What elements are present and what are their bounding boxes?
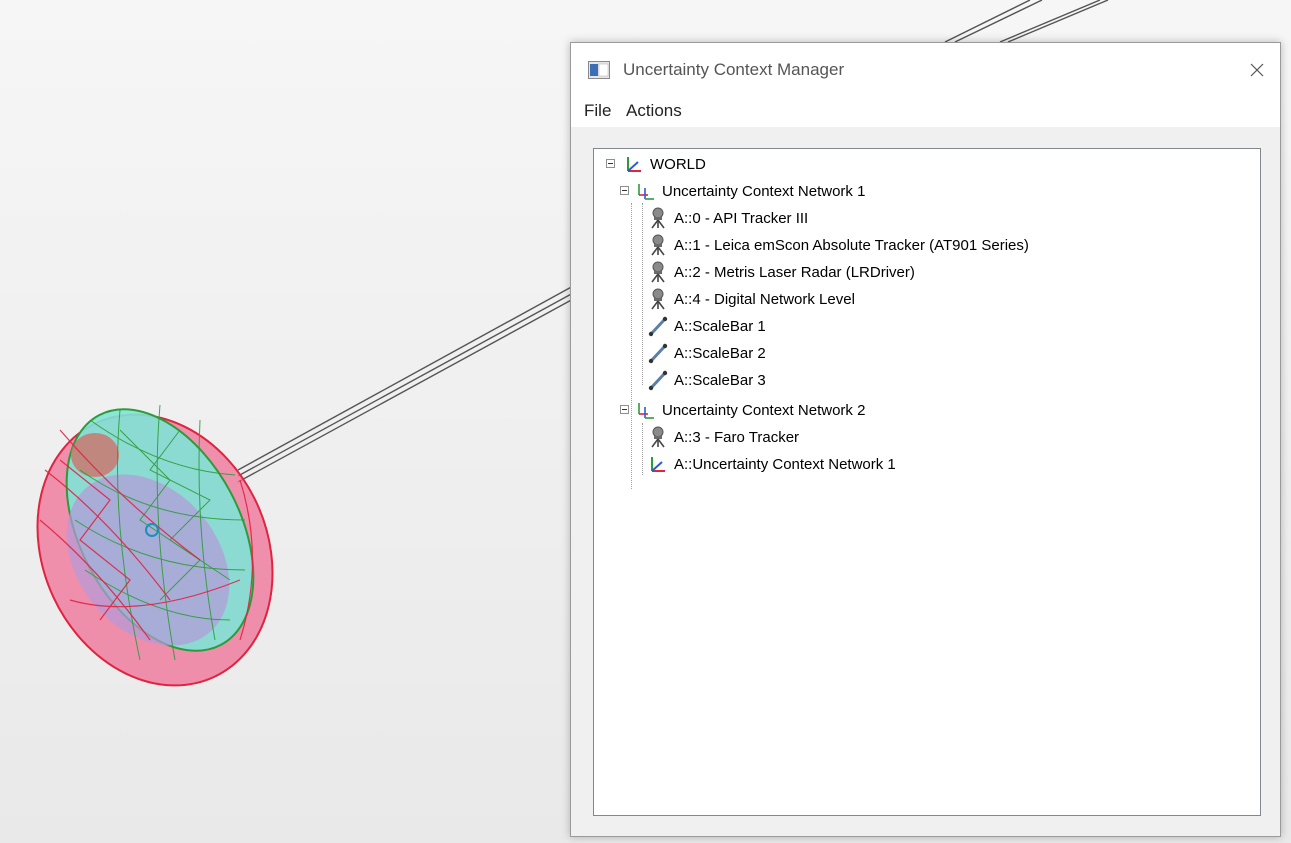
tree-item-instrument[interactable]: A::3 - Faro Tracker — [648, 424, 799, 450]
scalebar-icon — [648, 370, 668, 391]
tree-item-frame-link[interactable]: A::Uncertainty Context Network 1 — [648, 451, 896, 477]
tree-item-network-1[interactable]: Uncertainty Context Network 1 — [636, 178, 865, 204]
uncertainty-ellipsoid — [36, 404, 274, 687]
tree-item-instrument[interactable]: A::0 - API Tracker III — [648, 205, 808, 231]
menu-actions[interactable]: Actions — [626, 101, 682, 121]
tree-item-label: A::ScaleBar 3 — [674, 371, 766, 389]
tree-item-instrument[interactable]: A::4 - Digital Network Level — [648, 286, 855, 312]
window-app-icon — [588, 61, 610, 79]
tracker-instrument-icon — [651, 288, 665, 310]
close-icon — [1250, 63, 1264, 77]
tree-guide-line — [631, 203, 632, 489]
scalebar-icon — [648, 316, 668, 337]
network-frame-icon — [638, 403, 654, 419]
network-frame-icon — [638, 184, 654, 200]
tree-item-label: A::ScaleBar 2 — [674, 344, 766, 362]
context-tree[interactable]: WORLD Uncertainty Context Network 1 A::0… — [593, 148, 1261, 816]
tree-item-scalebar[interactable]: A::ScaleBar 3 — [648, 367, 766, 393]
tree-item-label: A::0 - API Tracker III — [674, 209, 809, 227]
tree-item-label: A::Uncertainty Context Network 1 — [674, 455, 896, 473]
tracker-instrument-icon — [651, 426, 665, 448]
window-title: Uncertainty Context Manager — [623, 60, 845, 79]
world-frame-icon — [627, 157, 641, 172]
close-button[interactable] — [1234, 43, 1280, 97]
tree-item-label: WORLD — [650, 155, 706, 173]
world-frame-icon — [651, 457, 665, 472]
tree-item-label: Uncertainty Context Network 2 — [662, 401, 866, 419]
tree-item-network-2[interactable]: Uncertainty Context Network 2 — [636, 397, 865, 423]
tree-item-label: A::ScaleBar 1 — [674, 317, 766, 335]
tree-item-scalebar[interactable]: A::ScaleBar 1 — [648, 313, 766, 339]
tree-item-label: Uncertainty Context Network 1 — [662, 182, 866, 200]
tree-item-instrument[interactable]: A::1 - Leica emScon Absolute Tracker (AT… — [648, 232, 1029, 258]
menu-bar: File Actions — [571, 97, 1280, 127]
tree-item-label: A::1 - Leica emScon Absolute Tracker (AT… — [674, 236, 1029, 254]
uncertainty-context-manager-dialog: Uncertainty Context Manager File Actions… — [570, 42, 1281, 837]
tracker-instrument-icon — [651, 207, 665, 229]
tracker-instrument-icon — [651, 234, 665, 256]
tree-item-instrument[interactable]: A::2 - Metris Laser Radar (LRDriver) — [648, 259, 915, 285]
tree-item-label: A::3 - Faro Tracker — [674, 428, 800, 446]
tree-guide-line — [642, 203, 643, 385]
tree-item-label: A::2 - Metris Laser Radar (LRDriver) — [674, 263, 915, 281]
menu-file[interactable]: File — [584, 101, 611, 121]
title-bar[interactable]: Uncertainty Context Manager — [571, 43, 1280, 97]
tree-guide-line — [642, 423, 643, 475]
collapse-world-toggle[interactable] — [606, 159, 615, 168]
beam-line-top — [944, 0, 1109, 43]
collapse-network-1-toggle[interactable] — [620, 186, 629, 195]
tracker-instrument-icon — [651, 261, 665, 283]
scalebar-icon — [648, 343, 668, 364]
beam-line — [237, 284, 576, 483]
tree-item-world[interactable]: WORLD — [624, 151, 706, 177]
tree-item-label: A::4 - Digital Network Level — [674, 290, 855, 308]
collapse-network-2-toggle[interactable] — [620, 405, 629, 414]
tree-item-scalebar[interactable]: A::ScaleBar 2 — [648, 340, 766, 366]
